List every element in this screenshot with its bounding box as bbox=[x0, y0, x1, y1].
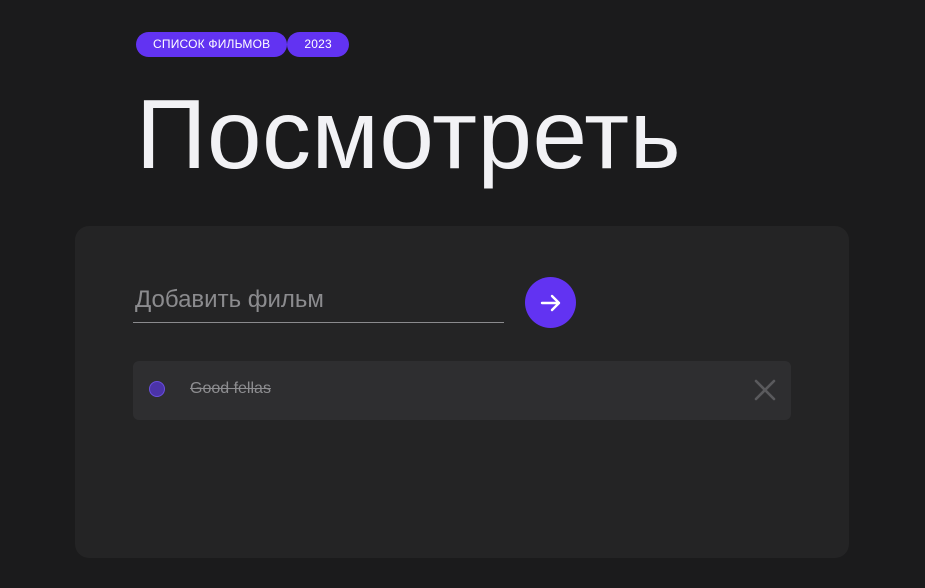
tag-film-list: СПИСОК ФИЛЬМОВ bbox=[136, 32, 288, 57]
add-film-button[interactable] bbox=[525, 277, 576, 328]
page: СПИСОК ФИЛЬМОВ 2023 Посмотреть Good fell… bbox=[0, 0, 925, 588]
page-title: Посмотреть bbox=[136, 79, 682, 189]
tag-list: СПИСОК ФИЛЬМОВ 2023 bbox=[136, 32, 349, 57]
delete-film-button[interactable] bbox=[753, 378, 777, 402]
close-icon bbox=[754, 379, 776, 401]
tag-year: 2023 bbox=[287, 32, 349, 57]
arrow-right-icon bbox=[540, 294, 560, 311]
film-title: Good fellas bbox=[190, 380, 271, 397]
film-list-card: Good fellas bbox=[75, 226, 849, 558]
watched-checkbox[interactable] bbox=[149, 381, 165, 397]
add-film-input[interactable] bbox=[133, 280, 506, 320]
film-list: Good fellas bbox=[133, 361, 791, 420]
add-film-field bbox=[133, 280, 506, 323]
list-item: Good fellas bbox=[133, 361, 791, 420]
